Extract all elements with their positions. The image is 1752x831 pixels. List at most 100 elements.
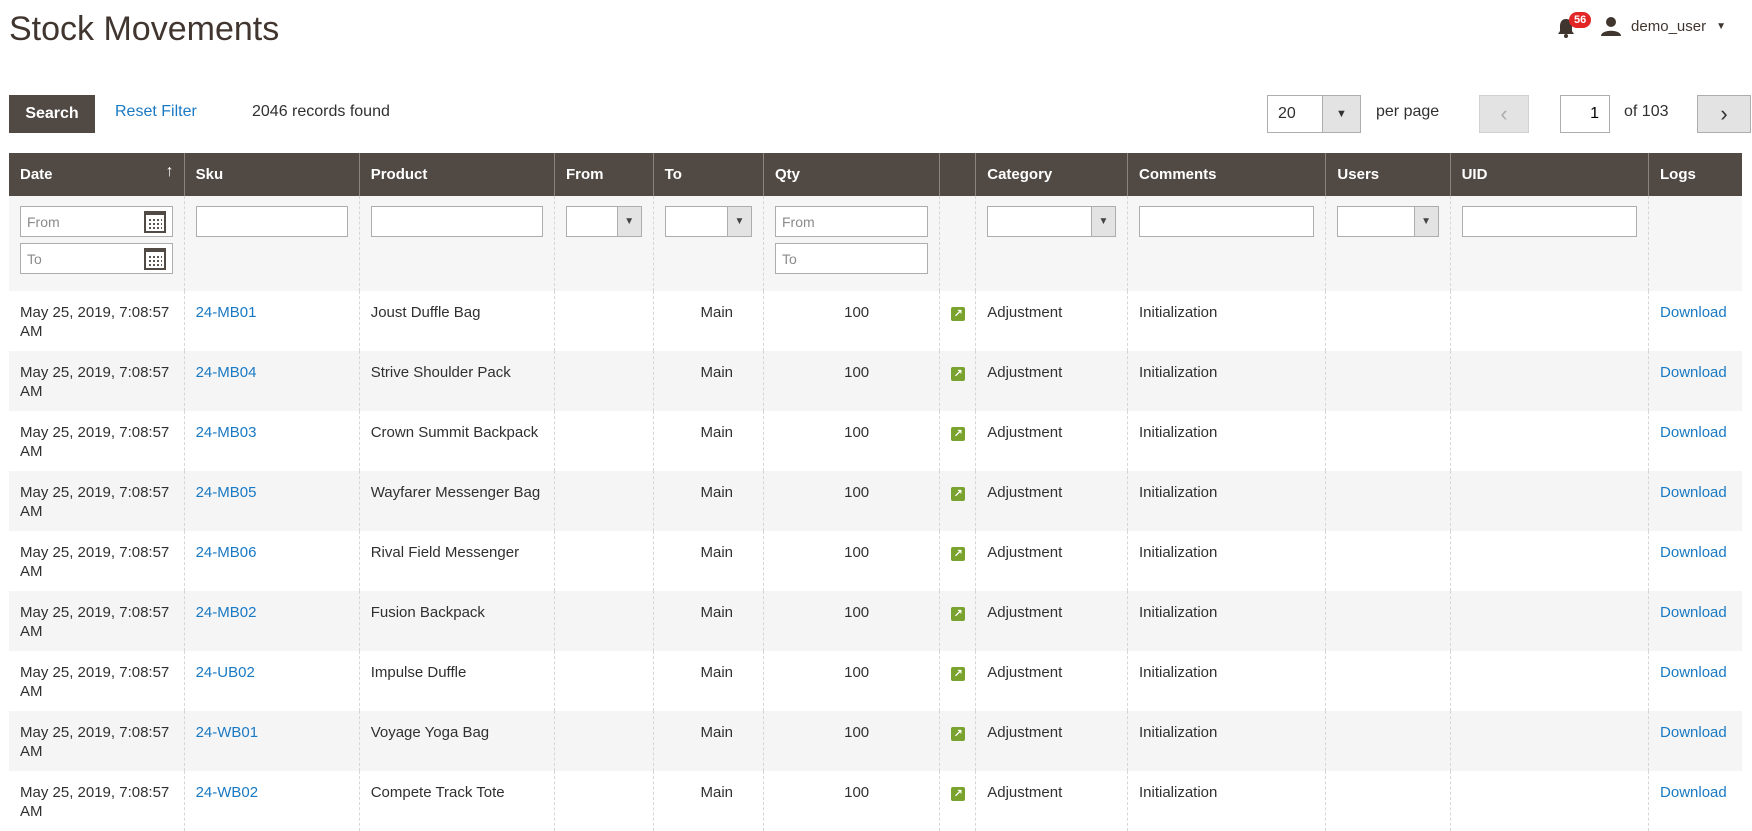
column-header-date[interactable]: Date ↑ (9, 153, 185, 196)
search-button[interactable]: Search (9, 95, 95, 133)
cell-category: Adjustment (975, 651, 1128, 711)
qty-from-filter[interactable]: From (775, 206, 929, 237)
cell-users (1325, 291, 1451, 351)
user-menu[interactable]: demo_user ▼ (1601, 16, 1726, 36)
sku-link[interactable]: 24-UB02 (196, 664, 255, 681)
grid-rows: May 25, 2019, 7:08:57 AM 24-MB01 Joust D… (9, 291, 1742, 831)
cell-category: Adjustment (975, 711, 1128, 771)
sku-link[interactable]: 24-MB06 (196, 544, 257, 561)
download-link[interactable]: Download (1660, 724, 1727, 741)
comments-filter-input[interactable] (1138, 206, 1315, 237)
download-link[interactable]: Download (1660, 424, 1727, 441)
cell-date: May 25, 2019, 7:08:57 AM (9, 351, 185, 411)
reset-filter-link[interactable]: Reset Filter (115, 103, 197, 121)
table-row: May 25, 2019, 7:08:57 AM 24-MB05 Wayfare… (9, 471, 1742, 531)
filter-uid (1449, 196, 1649, 291)
download-link[interactable]: Download (1660, 604, 1727, 621)
cell-uid (1449, 591, 1649, 651)
users-filter-select[interactable]: ▼ (1337, 206, 1439, 237)
cell-users (1325, 651, 1451, 711)
date-to-filter[interactable]: To (20, 243, 173, 274)
per-page-value: 20 (1278, 105, 1296, 122)
date-from-filter[interactable]: From (20, 206, 173, 237)
cell-category: Adjustment (975, 351, 1128, 411)
sku-filter-input[interactable] (195, 206, 348, 237)
qty-to-filter[interactable]: To (775, 243, 929, 274)
download-link[interactable]: Download (1660, 364, 1727, 381)
cell-sku: 24-WB01 (183, 711, 360, 771)
sku-link[interactable]: 24-MB01 (196, 304, 257, 321)
from-filter-select[interactable]: ▼ (565, 206, 642, 237)
category-filter-select[interactable]: ▼ (987, 206, 1116, 237)
column-header-to[interactable]: To (652, 153, 764, 196)
cell-comments: Initialization (1126, 471, 1326, 531)
cell-movement: ↗ (939, 351, 976, 411)
cell-logs: Download (1648, 411, 1742, 471)
notifications-button[interactable]: 56 (1557, 12, 1592, 38)
filter-qty: From To (762, 196, 940, 291)
previous-page-button[interactable]: ‹ (1479, 95, 1529, 133)
filter-from: ▼ (553, 196, 654, 291)
download-link[interactable]: Download (1660, 664, 1727, 681)
calendar-icon[interactable] (143, 210, 166, 233)
column-header-qty[interactable]: Qty (762, 153, 940, 196)
cell-date: May 25, 2019, 7:08:57 AM (9, 411, 185, 471)
cell-comments: Initialization (1126, 351, 1326, 411)
cell-uid (1449, 351, 1649, 411)
cell-product: Fusion Backpack (358, 591, 555, 651)
column-header-comments[interactable]: Comments (1126, 153, 1326, 196)
column-header-sku[interactable]: Sku (183, 153, 360, 196)
download-link[interactable]: Download (1660, 304, 1727, 321)
chevron-down-icon: ▼ (1090, 207, 1115, 236)
cell-to: Main (652, 711, 764, 771)
cell-date: May 25, 2019, 7:08:57 AM (9, 591, 185, 651)
arrow-up-right-icon: ↗ (951, 427, 966, 441)
sort-ascending-icon: ↑ (165, 163, 174, 180)
table-row: May 25, 2019, 7:08:57 AM 24-UB02 Impulse… (9, 651, 1742, 711)
download-link[interactable]: Download (1660, 784, 1727, 801)
filter-date: From To (9, 196, 185, 291)
column-header-uid[interactable]: UID (1449, 153, 1649, 196)
chevron-down-icon: ▼ (616, 207, 641, 236)
column-header-logs[interactable]: Logs (1648, 153, 1742, 196)
product-filter-input[interactable] (370, 206, 543, 237)
calendar-icon[interactable] (143, 247, 166, 270)
cell-to: Main (652, 651, 764, 711)
cell-product: Crown Summit Backpack (358, 411, 555, 471)
chevron-down-icon: ▼ (727, 207, 751, 236)
sku-link[interactable]: 24-MB02 (196, 604, 257, 621)
column-header-product[interactable]: Product (358, 153, 555, 196)
page-number-input[interactable] (1560, 95, 1610, 133)
cell-sku: 24-MB06 (183, 531, 360, 591)
chevron-down-icon: ▼ (1413, 207, 1438, 236)
cell-users (1325, 531, 1451, 591)
chevron-down-icon: ▼ (1322, 96, 1360, 132)
cell-product: Compete Track Tote (358, 771, 555, 831)
sku-link[interactable]: 24-MB05 (196, 484, 257, 501)
download-link[interactable]: Download (1660, 484, 1727, 501)
cell-category: Adjustment (975, 531, 1128, 591)
cell-product: Wayfarer Messenger Bag (358, 471, 555, 531)
sku-link[interactable]: 24-MB03 (196, 424, 257, 441)
cell-sku: 24-MB03 (183, 411, 360, 471)
download-link[interactable]: Download (1660, 544, 1727, 561)
cell-comments: Initialization (1126, 651, 1326, 711)
column-header-users[interactable]: Users (1325, 153, 1451, 196)
cell-sku: 24-MB02 (183, 591, 360, 651)
cell-from (553, 711, 654, 771)
uid-filter-input[interactable] (1461, 206, 1638, 237)
sku-link[interactable]: 24-WB02 (196, 784, 259, 801)
chevron-down-icon: ▼ (1716, 20, 1726, 32)
cell-from (553, 411, 654, 471)
cell-to: Main (652, 591, 764, 651)
table-row: May 25, 2019, 7:08:57 AM 24-WB01 Voyage … (9, 711, 1742, 771)
column-header-from[interactable]: From (553, 153, 654, 196)
to-filter-select[interactable]: ▼ (664, 206, 752, 237)
per-page-select[interactable]: 20 ▼ (1267, 95, 1361, 133)
next-page-button[interactable]: › (1697, 95, 1751, 133)
sku-link[interactable]: 24-WB01 (196, 724, 259, 741)
sku-link[interactable]: 24-MB04 (196, 364, 257, 381)
cell-sku: 24-MB04 (183, 351, 360, 411)
cell-to: Main (652, 531, 764, 591)
column-header-category[interactable]: Category (975, 153, 1128, 196)
